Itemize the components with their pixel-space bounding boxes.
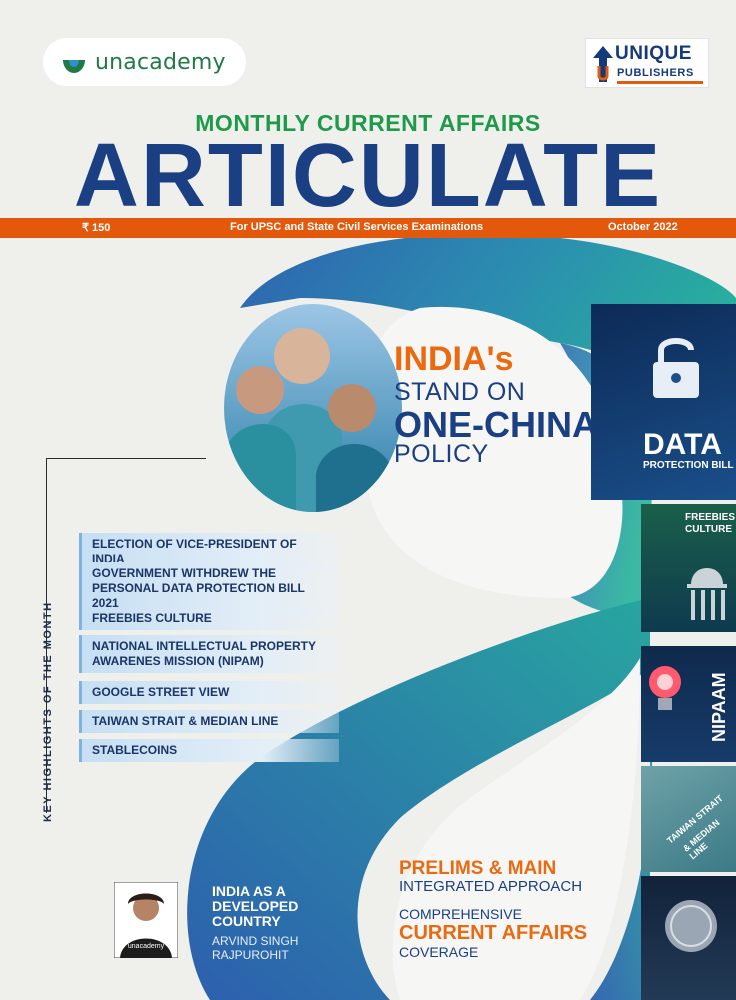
masthead-title: ARTICULATE [73, 126, 663, 226]
highlights-bracket-horizontal [46, 458, 206, 459]
court-building-icon [687, 568, 727, 620]
author-title-line: COUNTRY [212, 913, 281, 929]
author-title-line: INDIA AS A [212, 883, 286, 899]
unacademy-wordmark: unacademy [95, 49, 226, 75]
author-title-line: DEVELOPED [212, 898, 299, 914]
promo-line3: COMPREHENSIVE [399, 906, 522, 922]
unique-publishers-logo: UNIQUE PUBLISHERS [585, 38, 709, 88]
info-band: ₹ 150 For UPSC and State Civil Services … [0, 218, 736, 238]
freebies-tile-title-1: FREEBIES [685, 512, 736, 523]
promo-line1: PRELIMS & MAIN [399, 858, 557, 879]
cover-story-line2: STAND ON [394, 378, 526, 406]
publishers-wordmark: PUBLISHERS [617, 67, 694, 79]
author-name: ARVIND SINGH RAJPUROHIT [212, 934, 298, 962]
price-label: ₹ 150 [82, 222, 111, 234]
data-tile-subtitle: PROTECTION BILL [643, 460, 734, 471]
padlock-icon [653, 338, 699, 398]
cover-story-line1: INDIA's [394, 340, 514, 378]
data-protection-tile: DATA PROTECTION BILL [591, 304, 736, 500]
promo-line4: CURRENT AFFAIRS [399, 922, 588, 944]
highlight-item: GOOGLE STREET VIEW [79, 681, 339, 704]
nipaam-tile: NIPAAM [641, 646, 736, 762]
unacademy-logo: unacademy [43, 38, 246, 86]
lightbulb-icon [649, 666, 681, 710]
author-photo: unacademy [114, 882, 178, 958]
exam-tagline: For UPSC and State Civil Services Examin… [230, 221, 484, 233]
freebies-culture-tile: FREEBIES CULTURE [641, 504, 736, 632]
nipaam-tile-title: NIPAAM [709, 672, 729, 742]
author-article-title: INDIA AS A DEVELOPED COUNTRY [212, 884, 298, 929]
promo-line2: INTEGRATED APPROACH [399, 878, 583, 895]
author-name-line: ARVIND SINGH [212, 934, 299, 948]
highlight-item: FREEBIES CULTURE [79, 607, 339, 630]
highlight-item: STABLECOINS [79, 739, 339, 762]
highlights-label: KEY HIGHLIGHTS OF THE MONTH [42, 601, 54, 822]
freebies-tile-title-2: CULTURE [685, 524, 733, 535]
promo-line5: COVERAGE [399, 944, 479, 960]
stablecoins-tile [641, 876, 736, 1000]
taiwan-strait-tile: TAIWAN STRAIT & MEDIAN LINE [641, 766, 736, 872]
unacademy-mark-icon [63, 60, 85, 73]
author-shirt-text: unacademy [128, 943, 165, 950]
logo-underline [617, 81, 703, 84]
leaders-portrait-image [224, 304, 402, 512]
highlight-item: NATIONAL INTELLECTUAL PROPERTY AWARENES … [79, 635, 339, 673]
coin-icon [665, 900, 717, 952]
unique-wordmark: UNIQUE [615, 43, 692, 64]
highlight-item: TAIWAN STRAIT & MEDIAN LINE [79, 710, 339, 733]
issue-date: October 2022 [608, 221, 678, 233]
data-tile-title: DATA [643, 428, 722, 461]
upload-arrow-icon [593, 46, 613, 82]
cover-story-line4: POLICY [394, 440, 489, 468]
author-name-line: RAJPUROHIT [212, 948, 289, 962]
